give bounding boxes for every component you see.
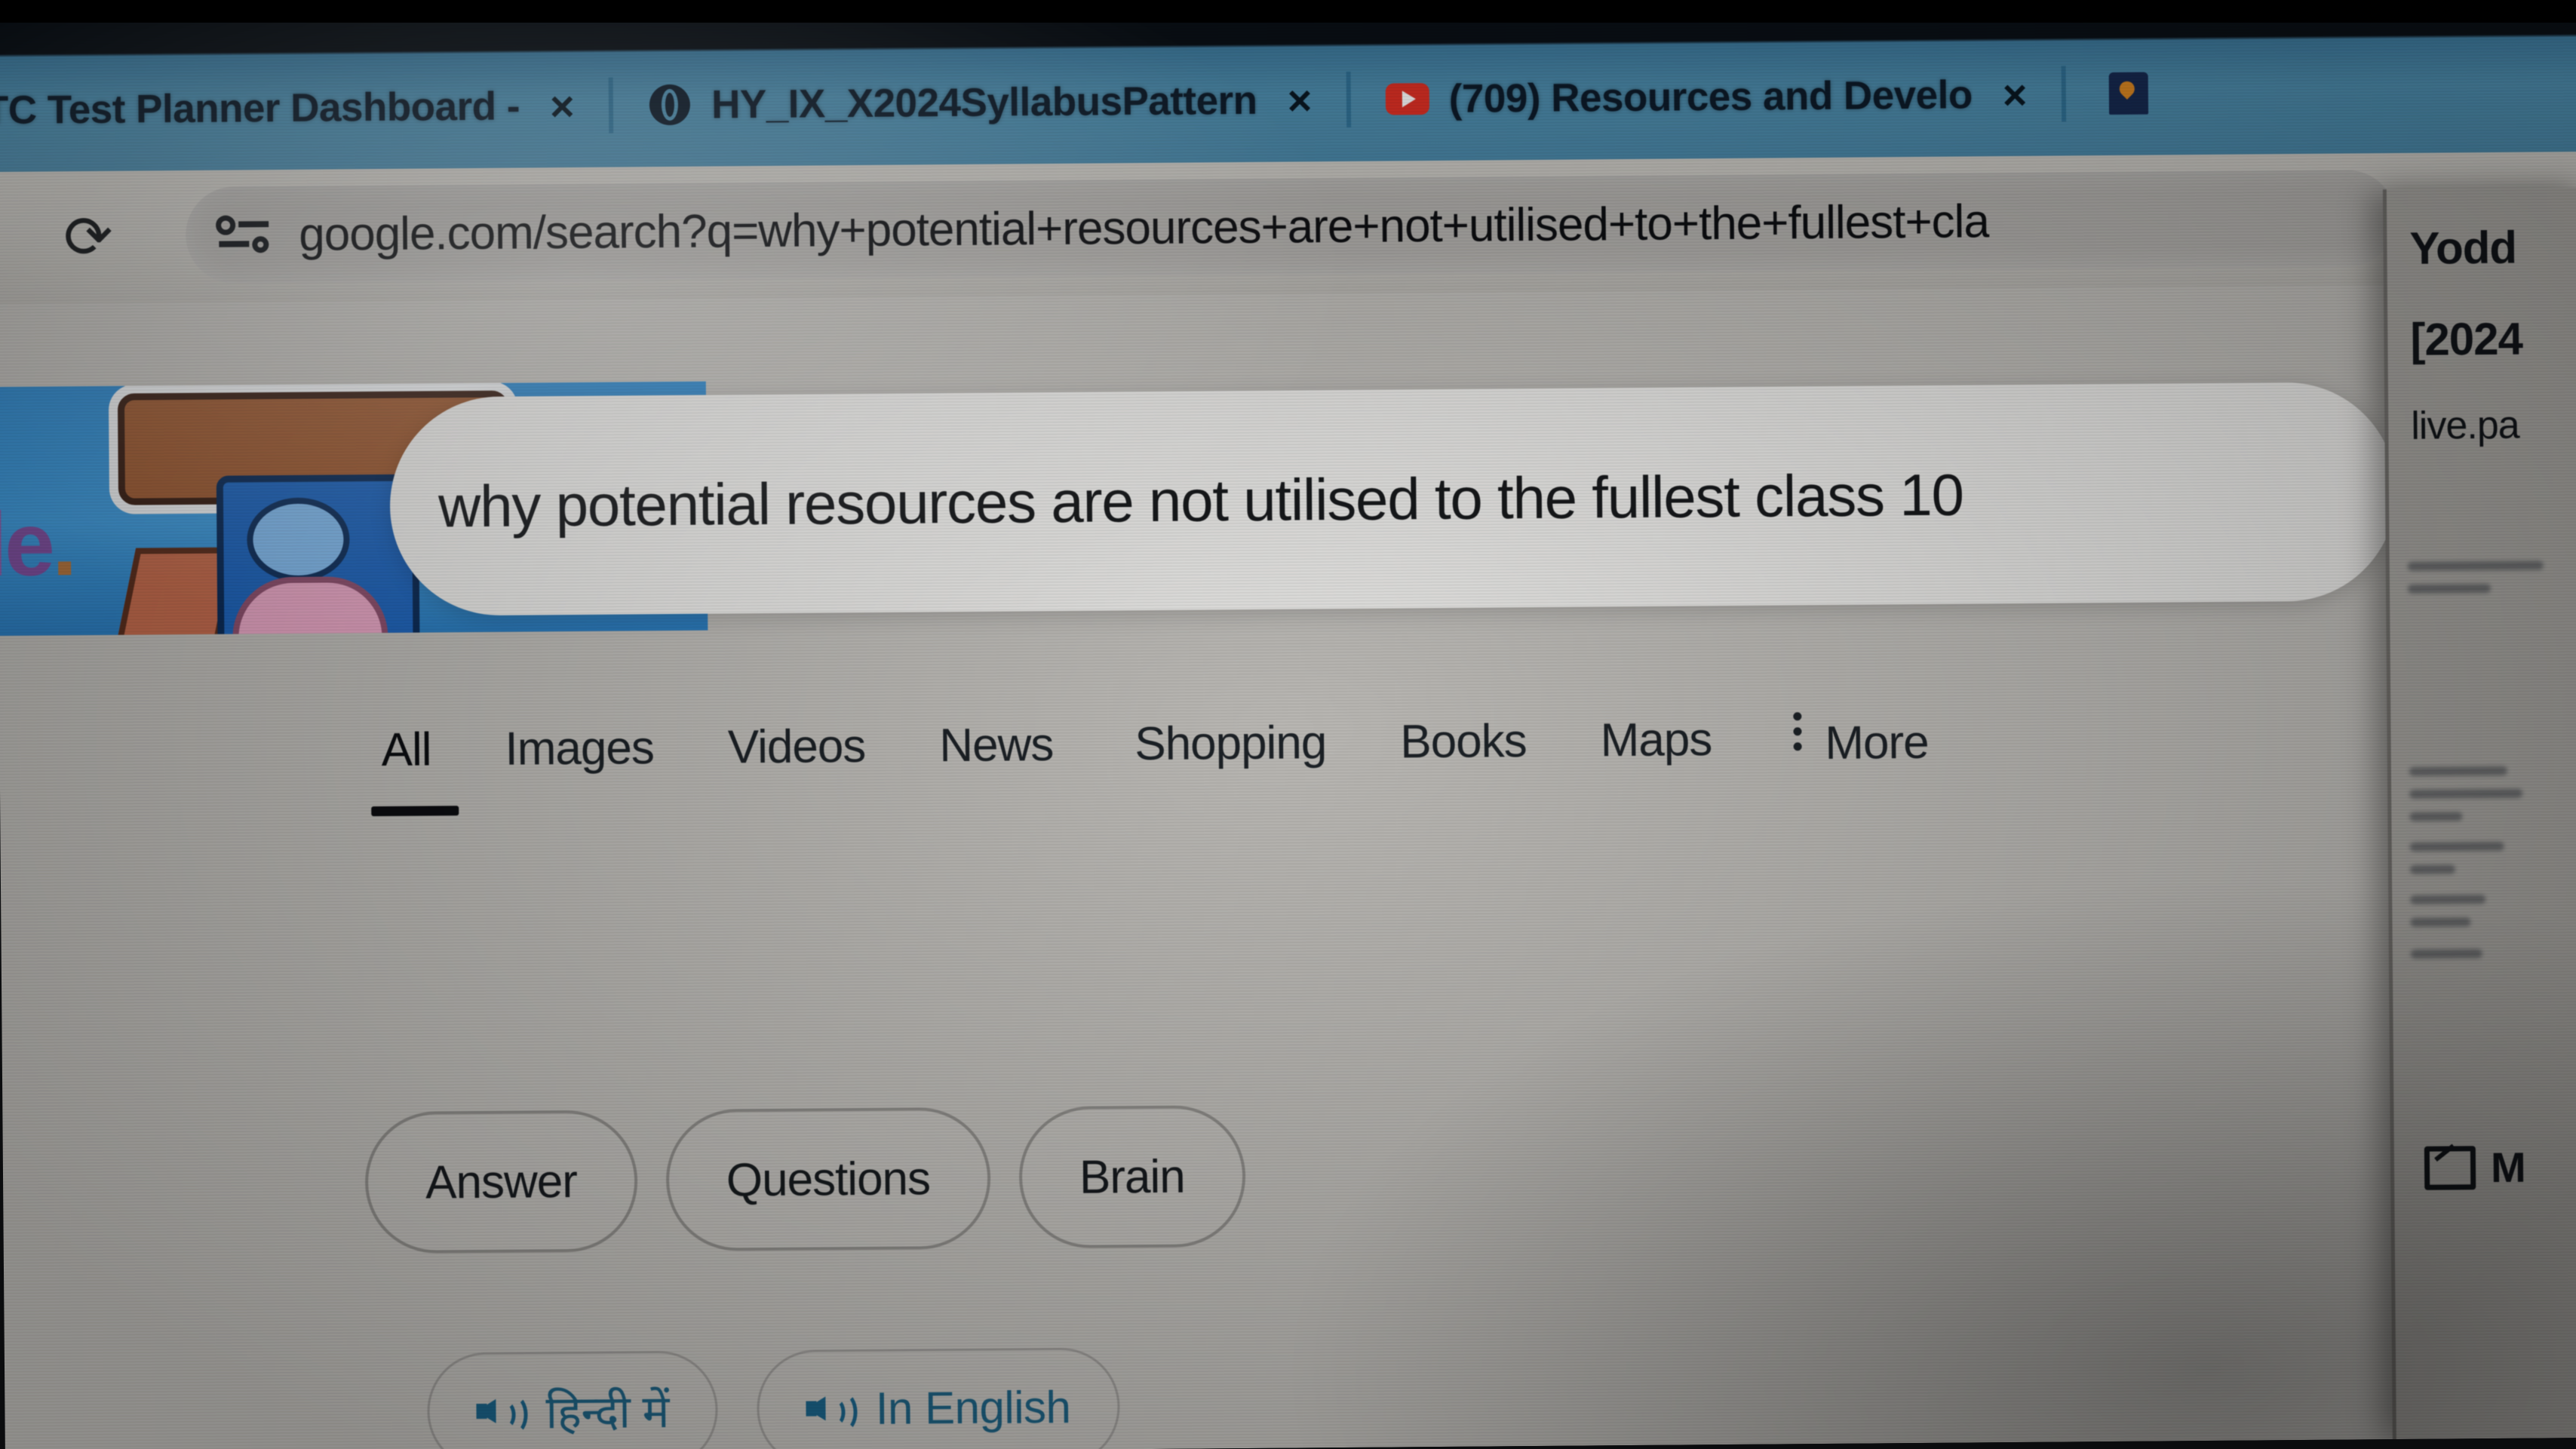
- filter-chips: Answer Questions Brain: [364, 1105, 1274, 1254]
- close-icon[interactable]: ×: [2002, 69, 2027, 118]
- blurred-text-line: [2410, 917, 2471, 927]
- blurred-text-line: [2409, 766, 2507, 776]
- tab-divider: [1346, 71, 1352, 127]
- monitor-screen: TC Test Planner Dashboard - × HY_IX_X202…: [0, 1, 2576, 1449]
- browser-tab-2-title: HY_IX_X2024SyllabusPattern: [711, 78, 1257, 127]
- tab-videos[interactable]: Videos: [723, 720, 870, 775]
- photo-letterbox-top: [0, 0, 2576, 23]
- tab-all[interactable]: All: [376, 723, 435, 777]
- blurred-text-line: [2409, 812, 2463, 821]
- blurred-text-line: [2410, 949, 2482, 959]
- reload-icon[interactable]: ⟳: [63, 204, 124, 271]
- globe-icon: [648, 83, 692, 127]
- tab-more[interactable]: More: [1788, 711, 1933, 770]
- logo-char-dot: .: [51, 493, 75, 595]
- tab-maps[interactable]: Maps: [1595, 713, 1716, 767]
- search-input[interactable]: why potential resources are not utilised…: [388, 382, 2398, 616]
- browser-tab-strip: TC Test Planner Dashboard - × HY_IX_X202…: [0, 1, 2576, 172]
- external-link-label: M: [2490, 1143, 2526, 1192]
- address-bar[interactable]: google.com/search?q=why+potential+resour…: [185, 170, 2396, 284]
- blurred-text-line: [2410, 895, 2486, 904]
- tab-divider: [608, 77, 614, 134]
- right-panel-source: live.pa: [2411, 403, 2519, 448]
- google-search-page: gle. why potential resources are not uti…: [0, 284, 2576, 1449]
- external-link-row[interactable]: M: [2424, 1143, 2526, 1193]
- tab-images[interactable]: Images: [500, 721, 659, 776]
- doodle-face-shape: [246, 497, 350, 582]
- blurred-text-line: [2407, 584, 2492, 594]
- listen-english-button[interactable]: In English: [757, 1347, 1120, 1449]
- blurred-text-line: [2407, 560, 2544, 571]
- listen-hindi-label: हिन्दी में: [545, 1386, 670, 1438]
- more-vert-icon: [1792, 712, 1805, 757]
- listen-english-label: In English: [875, 1381, 1071, 1434]
- browser-tab-3[interactable]: (709) Resources and Develo ×: [1385, 32, 2062, 161]
- language-buttons: हिन्दी में In English: [426, 1347, 1159, 1449]
- youtube-icon: [1385, 77, 1429, 121]
- site-permissions-icon[interactable]: [216, 212, 270, 258]
- tab-news[interactable]: News: [935, 718, 1058, 772]
- tab-shopping[interactable]: Shopping: [1130, 716, 1331, 771]
- blurred-text-line: [2409, 864, 2455, 874]
- external-link-icon: [2424, 1145, 2476, 1190]
- tab-books[interactable]: Books: [1395, 714, 1531, 769]
- close-icon[interactable]: ×: [1287, 75, 1312, 124]
- tab-divider: [2061, 66, 2067, 122]
- browser-tab-3-title: (709) Resources and Develo: [1448, 72, 1973, 121]
- chip-questions[interactable]: Questions: [665, 1107, 991, 1252]
- pdf-icon: [2107, 72, 2151, 115]
- listen-hindi-button[interactable]: हिन्दी में: [426, 1350, 719, 1449]
- browser-tab-2[interactable]: HY_IX_X2024SyllabusPattern ×: [647, 38, 1346, 167]
- logo-char-e: e: [4, 493, 53, 595]
- right-panel-year: [2024: [2410, 313, 2523, 365]
- blurred-text-line: [2409, 841, 2504, 852]
- chip-brain[interactable]: Brain: [1018, 1105, 1246, 1249]
- chip-answer[interactable]: Answer: [364, 1110, 638, 1254]
- speaker-icon: [806, 1388, 858, 1432]
- browser-tabs: TC Test Planner Dashboard - × HY_IX_X202…: [0, 28, 2576, 172]
- right-overlay-panel[interactable]: Yodd [2024 live.pa M: [2382, 187, 2576, 1442]
- browser-toolbar: ⟳ google.com/search?q=why+potential+reso…: [0, 152, 2576, 304]
- url-text: google.com/search?q=why+potential+resour…: [298, 195, 1990, 261]
- browser-tab-1[interactable]: TC Test Planner Dashboard - ×: [0, 44, 609, 172]
- photographed-screen: TC Test Planner Dashboard - × HY_IX_X202…: [0, 0, 2576, 1449]
- search-result-tabs: All Images Videos News Shopping Books Ma…: [376, 708, 2338, 867]
- google-logo-text: gle.: [0, 492, 75, 597]
- tab-more-label: More: [1825, 716, 1929, 769]
- blurred-text-line: [2409, 788, 2523, 799]
- search-query-text: why potential resources are not utilised…: [438, 461, 1964, 539]
- close-icon[interactable]: ×: [550, 81, 575, 130]
- right-panel-title: Yodd: [2409, 222, 2517, 274]
- speaker-icon: [476, 1391, 528, 1435]
- browser-tab-1-title: TC Test Planner Dashboard -: [0, 84, 520, 133]
- browser-tab-4[interactable]: [2106, 31, 2170, 155]
